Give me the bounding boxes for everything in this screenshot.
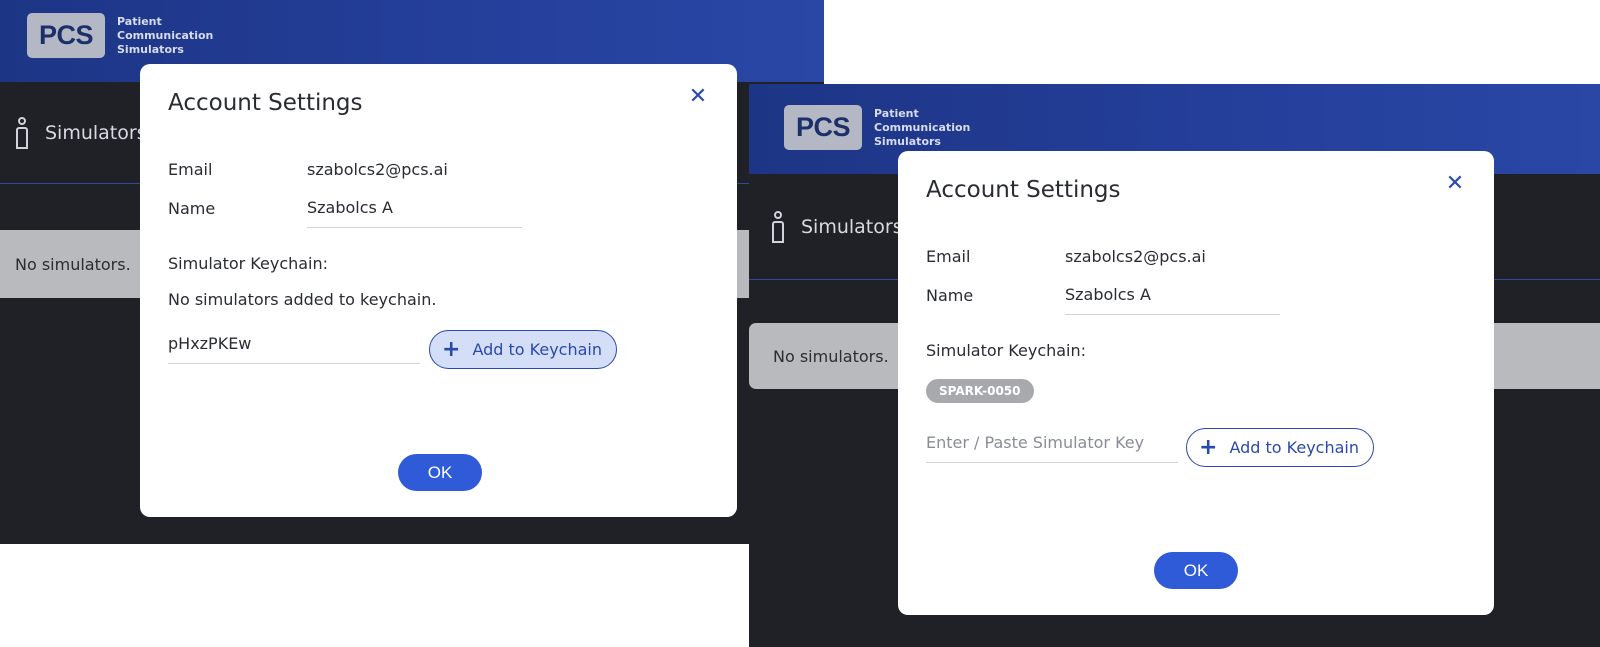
tagline-line: Communication (117, 28, 214, 42)
name-field[interactable]: Szabolcs A (1065, 285, 1280, 315)
add-to-keychain-button[interactable]: + Add to Keychain (429, 330, 617, 369)
nav-simulators-label: Simulators (801, 215, 903, 238)
name-field[interactable]: Szabolcs A (307, 198, 522, 228)
close-icon[interactable]: ✕ (1442, 171, 1468, 197)
add-to-keychain-label: Add to Keychain (472, 340, 602, 359)
tagline-line: Patient (117, 14, 162, 28)
plus-icon: + (1199, 434, 1218, 460)
logo-tagline: Patient Communication Simulators (874, 107, 970, 149)
logo-mark: PCS (784, 105, 862, 150)
email-label: Email (168, 160, 213, 179)
simulator-key-input[interactable] (168, 334, 420, 364)
tagline-line: Simulators (117, 42, 184, 56)
add-to-keychain-label: Add to Keychain (1229, 438, 1359, 457)
dialog-title: Account Settings (926, 177, 1121, 203)
tagline-line: Communication (874, 120, 971, 134)
email-value: szabolcs2@pcs.ai (307, 160, 448, 179)
pcs-logo[interactable]: PCS Patient Communication Simulators (27, 13, 213, 58)
email-value: szabolcs2@pcs.ai (1065, 247, 1206, 266)
name-label: Name (926, 286, 974, 305)
simulator-key-input[interactable] (926, 433, 1178, 463)
close-icon[interactable]: ✕ (685, 84, 711, 110)
email-label: Email (926, 247, 971, 266)
add-to-keychain-button[interactable]: + Add to Keychain (1186, 428, 1374, 467)
keychain-chip[interactable]: SPARK-0050 (926, 379, 1034, 403)
ok-button[interactable]: OK (1154, 552, 1238, 589)
logo-tagline: Patient Communication Simulators (117, 15, 213, 57)
person-icon (771, 210, 785, 243)
ok-button[interactable]: OK (398, 454, 482, 491)
plus-icon: + (442, 336, 461, 362)
account-settings-dialog: Account Settings ✕ Email szabolcs2@pcs.a… (898, 151, 1494, 615)
nav-simulators-label: Simulators (45, 121, 147, 144)
logo-mark: PCS (27, 13, 105, 58)
keychain-label: Simulator Keychain: (168, 254, 329, 273)
person-icon (15, 116, 29, 149)
keychain-empty-note: No simulators added to keychain. (168, 290, 437, 309)
pcs-logo[interactable]: PCS Patient Communication Simulators (784, 105, 970, 150)
tagline-line: Patient (874, 106, 919, 120)
name-label: Name (168, 199, 216, 218)
account-settings-dialog: Account Settings ✕ Email szabolcs2@pcs.a… (140, 64, 737, 517)
dialog-title: Account Settings (168, 90, 363, 116)
keychain-label: Simulator Keychain: (926, 341, 1087, 360)
tagline-line: Simulators (874, 134, 941, 148)
